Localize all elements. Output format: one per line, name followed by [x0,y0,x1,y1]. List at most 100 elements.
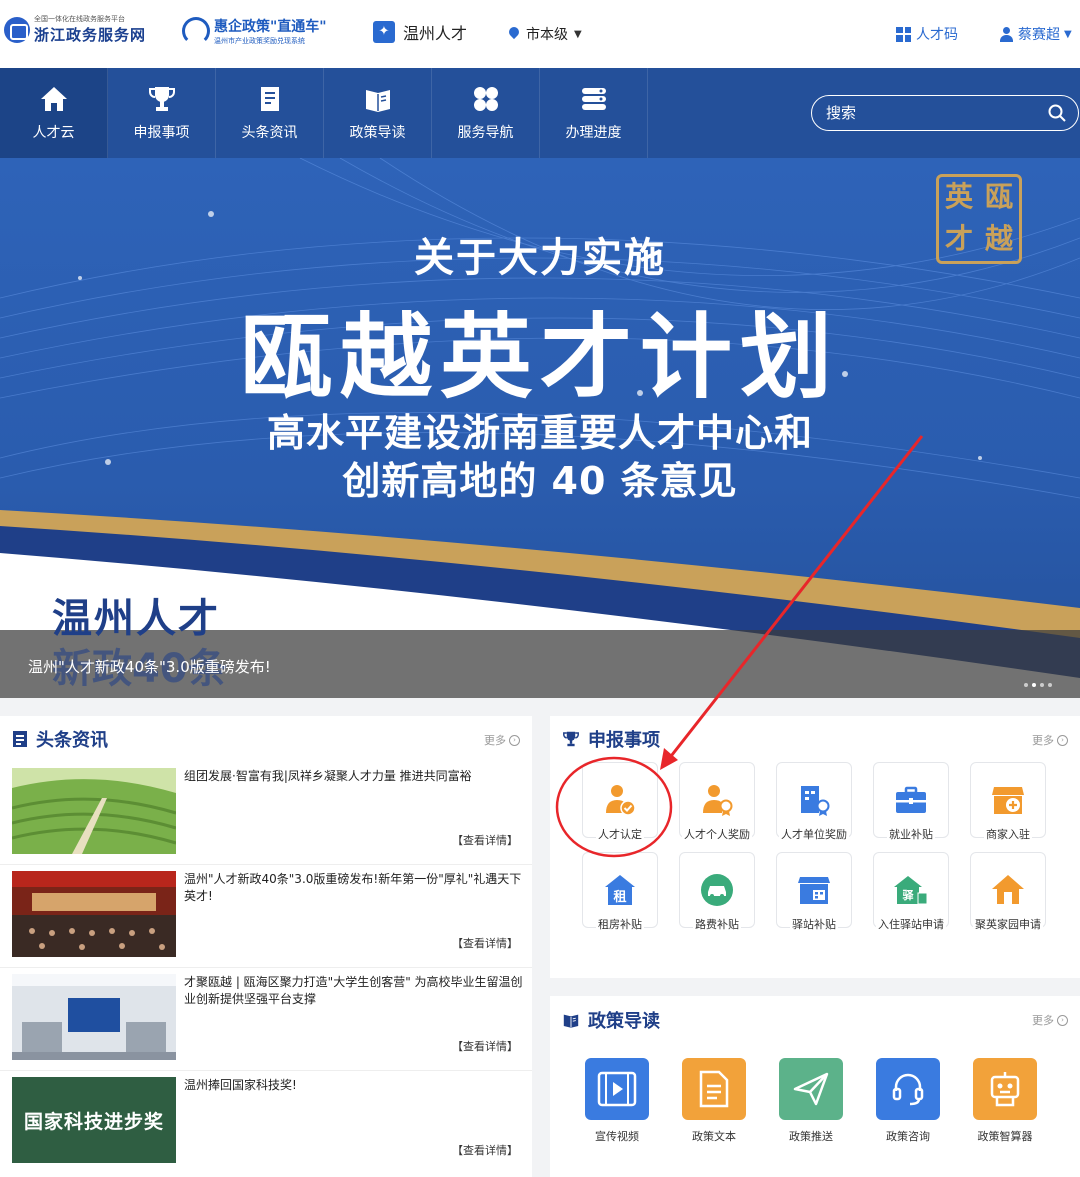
policy-item-label: 政策推送 [789,1130,833,1143]
city-selector[interactable]: 市本级 ▼ [508,24,582,44]
hqzc-title: 惠企政策"直通车" [214,19,327,35]
zjzwfw-logo[interactable]: 全国一体化在线政务服务平台 浙江政务服务网 [4,14,146,45]
policy-item-calculator[interactable]: 政策智算器 [973,1058,1037,1144]
news-title[interactable]: 温州捧回国家科技奖! [184,1077,524,1094]
declare-item-talent-certify[interactable]: 人才认定 [582,762,658,842]
policy-item-push[interactable]: 政策推送 [779,1058,843,1144]
news-title[interactable]: 温州"人才新政40条"3.0版重磅发布!新年第一份"厚礼"礼遇天下英才! [184,871,524,905]
nav-label: 服务导航 [457,125,514,141]
nav-item-rencaiyun[interactable]: 人才云 [0,68,108,158]
main-nav: 人才云 申报事项 头条资讯 政策导读 服务导航 办理进度 [0,68,1080,158]
news-thumbnail[interactable] [12,768,176,854]
banner-caption[interactable]: 温州"人才新政40条"3.0版重磅发布! [28,656,271,677]
search-icon[interactable] [1048,104,1066,122]
robot-icon [973,1058,1037,1120]
news-more-link[interactable]: 更多 › [484,732,520,748]
search-input[interactable] [826,104,1026,122]
news-item[interactable]: 才聚瓯越 | 瓯海区聚力打造"大学生创客营" 为高校毕业生留温创业创新提供坚强平… [0,968,532,1071]
declare-item-personal-award[interactable]: 人才个人奖励 [679,762,755,842]
policy-item-label: 宣传视频 [595,1130,639,1143]
chevron-right-icon: › [509,734,520,746]
policy-grid: 宣传视频 政策文本 政策推送 政策咨询 政策智算器 [550,1058,1080,1144]
qrcode-icon [896,26,911,42]
news-title[interactable]: 才聚瓯越 | 瓯海区聚力打造"大学生创客营" 为高校毕业生留温创业创新提供坚强平… [184,974,524,1008]
carousel-dot-active[interactable] [1032,683,1036,687]
news-item[interactable]: 温州"人才新政40条"3.0版重磅发布!新年第一份"厚礼"礼遇天下英才! 【查看… [0,865,532,968]
send-icon [779,1058,843,1120]
news-panel-header: 头条资讯 更多 › [0,716,532,762]
news-thumbnail[interactable] [12,974,176,1060]
declare-item-station-apply[interactable]: 驿 入住驿站申请 [873,852,949,932]
zjzwfw-subtitle: 全国一体化在线政务服务平台 [34,15,125,23]
wzrc-logo[interactable]: ✦ 温州人才 [373,20,467,44]
news-icon [13,731,27,747]
nav-item-shenbao[interactable]: 申报事项 [108,68,216,158]
declare-item-label: 人才认定 [596,826,644,842]
declare-panel-title: 申报事项 [588,730,660,751]
caret-down-icon: ▼ [574,28,582,40]
nav-label: 头条资讯 [241,125,298,141]
rencai-code-button[interactable]: 人才码 [896,24,958,44]
carousel-dot[interactable] [1024,683,1028,687]
declare-item-travel-subsidy[interactable]: 路费补贴 [679,852,755,932]
news-detail-link[interactable]: 【查看详情】 [452,832,518,848]
rencai-code-label: 人才码 [916,27,958,43]
policy-item-label: 政策咨询 [886,1130,930,1143]
seal-char: 瓯 [984,180,1013,213]
policy-item-label: 政策文本 [692,1130,736,1143]
declare-item-home-apply[interactable]: 聚英家园申请 [970,852,1046,932]
declare-item-label: 租房补贴 [596,916,644,932]
nav-item-fuwu[interactable]: 服务导航 [432,68,540,158]
carousel-dots[interactable] [1024,683,1052,687]
news-thumbnail[interactable]: 国家科技进步奖 [12,1077,176,1163]
news-item[interactable]: 国家科技进步奖 温州捧回国家科技奖! 【查看详情】 [0,1071,532,1174]
news-item[interactable]: 组团发展·智富有我|凤祥乡凝聚人才力量 推进共同富裕 【查看详情】 [0,762,532,865]
declare-item-label: 入住驿站申请 [876,916,946,932]
declare-item-rent-subsidy[interactable]: 租 租房补贴 [582,852,658,932]
policy-item-text[interactable]: 政策文本 [682,1058,746,1144]
document-icon [682,1058,746,1120]
trophy-icon [563,731,579,747]
home-icon [39,84,69,114]
hero-banner[interactable]: 英 瓯 才 越 关于大力实施 瓯越英才计划 高水平建设浙南重要人才中心和 创新高… [0,158,1080,698]
user-icon [999,26,1014,42]
grid-icon [471,84,501,114]
hqzc-logo[interactable]: 惠企政策"直通车" 温州市产业政策奖励兑现系统 [182,16,327,46]
more-label: 更多 [1032,734,1054,747]
policy-panel-title: 政策导读 [588,1011,660,1032]
top-bar: 全国一体化在线政务服务平台 浙江政务服务网 惠企政策"直通车" 温州市产业政策奖… [0,0,1080,68]
news-detail-link[interactable]: 【查看详情】 [452,1142,518,1158]
policy-item-video[interactable]: 宣传视频 [585,1058,649,1144]
nav-item-zhengce[interactable]: 政策导读 [324,68,432,158]
zjzwfw-title: 浙江政务服务网 [34,26,147,44]
declare-item-label: 人才单位奖励 [779,826,849,842]
declare-item-merchant[interactable]: 商家入驻 [970,762,1046,842]
banner-heading-1: 关于大力实施 [414,235,666,281]
declare-item-employment-subsidy[interactable]: 就业补贴 [873,762,949,842]
user-menu[interactable]: 蔡赛超 ▼ [999,24,1072,44]
search-box[interactable] [811,95,1079,131]
station-house-icon-glyph: 驿 [903,889,915,902]
news-detail-link[interactable]: 【查看详情】 [452,935,518,951]
news-thumbnail[interactable] [12,871,176,957]
nav-item-toutiao[interactable]: 头条资讯 [216,68,324,158]
carousel-dot[interactable] [1040,683,1044,687]
policy-more-link[interactable]: 更多 › [1032,1012,1068,1028]
declare-item-station-subsidy[interactable]: 驿站补贴 [776,852,852,932]
nav-label: 申报事项 [133,125,190,141]
wzrc-title: 温州人才 [403,24,468,43]
nav-item-jindu[interactable]: 办理进度 [540,68,648,158]
hqzc-logo-icon [182,17,210,45]
news-detail-link[interactable]: 【查看详情】 [452,1038,518,1054]
declare-item-label: 路费补贴 [693,916,741,932]
banner-heading-4: 创新高地的 40 条意见 [342,459,738,503]
declare-item-unit-award[interactable]: 人才单位奖励 [776,762,852,842]
declare-more-link[interactable]: 更多 › [1032,732,1068,748]
news-title[interactable]: 组团发展·智富有我|凤祥乡凝聚人才力量 推进共同富裕 [184,768,524,785]
trophy-icon [147,84,177,114]
policy-item-consult[interactable]: 政策咨询 [876,1058,940,1144]
declare-item-label: 就业补贴 [887,826,935,842]
city-label: 市本级 [526,27,568,43]
carousel-dot[interactable] [1048,683,1052,687]
declare-panel: 申报事项 更多 › 人才认定 人才个人奖励 人才单位奖励 就业补贴 商家入驻 租 … [550,716,1080,978]
